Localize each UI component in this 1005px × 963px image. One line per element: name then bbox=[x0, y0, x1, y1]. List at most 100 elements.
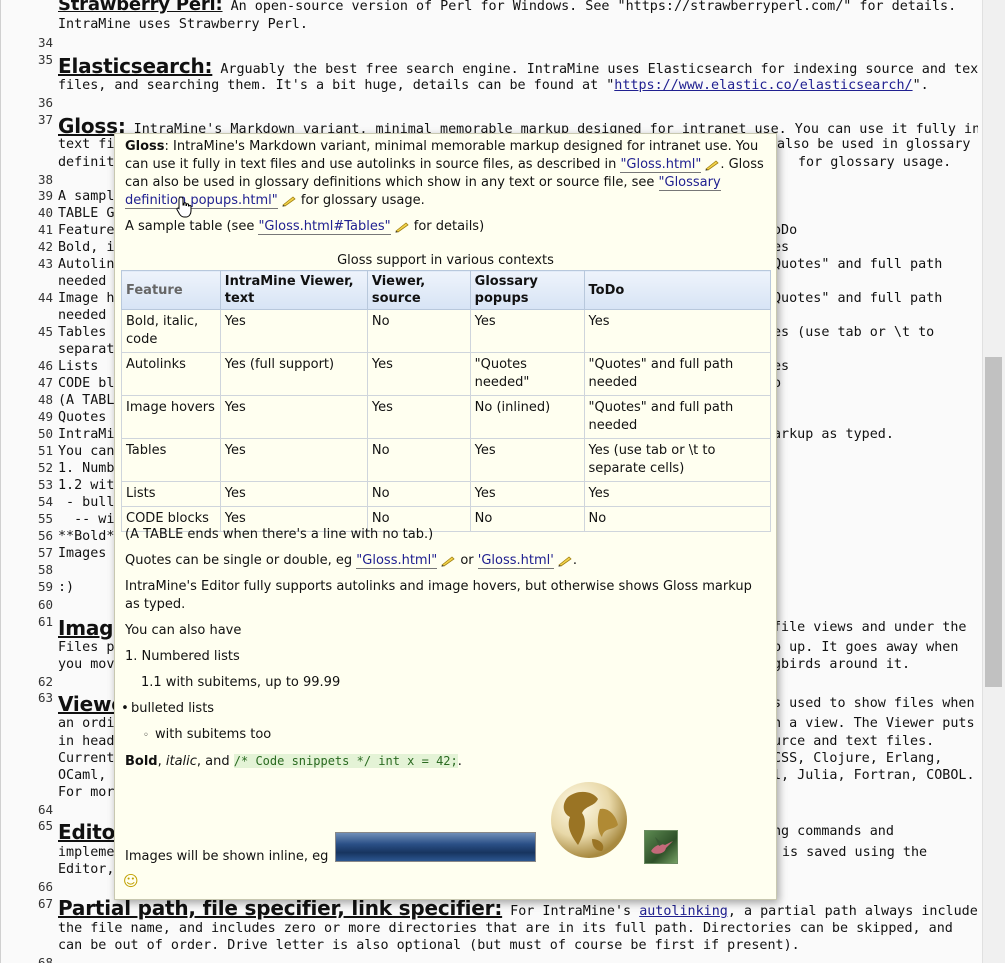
line-number: 39 bbox=[37, 188, 53, 203]
gloss-tables-link[interactable]: "Gloss.html#Tables" bbox=[258, 219, 391, 235]
line-number: 59 bbox=[37, 579, 53, 594]
line-number: 41 bbox=[37, 222, 53, 237]
popup-intro: Gloss: IntraMine's Markdown variant, min… bbox=[125, 139, 764, 209]
line-number: 64 bbox=[37, 802, 53, 817]
hand-cursor-icon bbox=[176, 196, 192, 218]
line-number: 50 bbox=[37, 426, 53, 441]
line-number: 47 bbox=[37, 375, 53, 390]
popup-sample-table-line: A sample table (see "Gloss.html#Tables" … bbox=[125, 219, 485, 235]
gloss-html-link[interactable]: "Gloss.html" bbox=[356, 553, 438, 569]
table-cell: Yes bbox=[583, 481, 772, 507]
table-cell: Yes bbox=[366, 352, 471, 396]
gloss-support-table: Feature IntraMine Viewer, text Viewer, s… bbox=[121, 270, 772, 532]
popup-numbered-list: 1. Numbered lists bbox=[125, 649, 240, 664]
pencil-edit-icon[interactable] bbox=[281, 195, 297, 207]
table-cell: "Quotes needed" bbox=[469, 352, 585, 396]
table-cell: "Quotes" and full path needed bbox=[583, 395, 772, 439]
table-cell: Yes bbox=[469, 309, 585, 353]
heading-elasticsearch: Elasticsearch: bbox=[58, 54, 213, 78]
table-cell: Yes bbox=[583, 309, 772, 353]
viewer-line: Elasticsearch: Arguably the best free se… bbox=[58, 54, 978, 78]
line-number: 35 bbox=[37, 52, 53, 67]
pencil-edit-icon[interactable] bbox=[557, 555, 573, 567]
table-header-cell[interactable]: Viewer, source bbox=[366, 270, 471, 310]
line-number: 63 bbox=[37, 690, 53, 705]
table-row: Tables Yes No Yes Yes (use tab or \t to … bbox=[121, 438, 772, 482]
line-number: 54 bbox=[37, 494, 53, 509]
table-header-cell[interactable]: Glossary popups bbox=[469, 270, 585, 310]
table-row: Autolinks Yes (full support) Yes "Quotes… bbox=[121, 352, 772, 396]
popup-formatting-demo: Bold, italic, and /* Code snippets */ in… bbox=[125, 754, 462, 769]
pencil-edit-icon[interactable] bbox=[440, 555, 456, 567]
hummingbird-image bbox=[644, 830, 678, 864]
table-cell: Yes bbox=[219, 438, 368, 482]
table-cell: Yes bbox=[366, 395, 471, 439]
hummingbird-icon bbox=[651, 837, 673, 854]
table-cell: No bbox=[366, 481, 471, 507]
table-header-row: Feature IntraMine Viewer, text Viewer, s… bbox=[121, 270, 772, 310]
smiley-icon: ☺ bbox=[123, 872, 139, 890]
line-number: 58 bbox=[37, 562, 53, 577]
line-number: 66 bbox=[37, 879, 53, 894]
table-cell: Lists bbox=[121, 481, 221, 507]
line-number: 67 bbox=[37, 896, 53, 911]
table-cell: "Quotes" and full path needed bbox=[583, 352, 772, 396]
viewer-line: IntraMine uses Strawberry Perl. bbox=[58, 17, 308, 32]
table-cell: No bbox=[366, 438, 471, 482]
pencil-edit-icon[interactable] bbox=[704, 159, 720, 171]
table-cell: No (inlined) bbox=[469, 395, 585, 439]
line-number: 56 bbox=[37, 528, 53, 543]
line-number: 42 bbox=[37, 239, 53, 254]
table-row: Bold, italic, code Yes No Yes Yes bbox=[121, 309, 772, 353]
table-header-cell[interactable]: IntraMine Viewer, text bbox=[219, 270, 368, 310]
line-number: 37 bbox=[37, 112, 53, 127]
line-number: 57 bbox=[37, 545, 53, 560]
line-number: 36 bbox=[37, 95, 53, 110]
line-number: 46 bbox=[37, 358, 53, 373]
viewer-line: the file name, and includes zero or more… bbox=[58, 921, 953, 936]
popup-quotes-line: Quotes can be single or double, eg "Glos… bbox=[125, 553, 577, 569]
line-number: 61 bbox=[37, 614, 53, 629]
popup-bulleted-list: • bulleted lists bbox=[121, 701, 215, 716]
viewer-line: Strawberry Perl: An open-source version … bbox=[58, 0, 957, 15]
elastic-link[interactable]: https://www.elastic.co/elasticsearch/ bbox=[614, 78, 912, 93]
vertical-scrollbar[interactable] bbox=[982, 0, 1005, 963]
gloss-html-link[interactable]: "Gloss.html" bbox=[620, 157, 702, 173]
line-number: 68 bbox=[37, 955, 53, 963]
line-number: 34 bbox=[37, 35, 53, 50]
gloss-html-link[interactable]: 'Gloss.html' bbox=[477, 553, 554, 569]
viewer-line: files, and searching them. It's a bit hu… bbox=[58, 78, 929, 93]
line-number: 60 bbox=[37, 597, 53, 612]
line-number: 40 bbox=[37, 205, 53, 220]
table-cell: Yes bbox=[219, 309, 368, 353]
table-cell: No bbox=[366, 309, 471, 353]
line-number: 52 bbox=[37, 460, 53, 475]
glossary-popup[interactable]: Gloss: IntraMine's Markdown variant, min… bbox=[114, 133, 777, 900]
table-cell: Bold, italic, code bbox=[121, 309, 221, 353]
line-number: 53 bbox=[37, 477, 53, 492]
globe-image bbox=[551, 782, 627, 858]
pencil-edit-icon[interactable] bbox=[394, 221, 410, 233]
table-cell: Yes (use tab or \t to separate cells) bbox=[583, 438, 772, 482]
line-number: 62 bbox=[37, 674, 53, 689]
line-number: 38 bbox=[37, 172, 53, 187]
table-cell: Yes bbox=[219, 395, 368, 439]
table-header-cell[interactable]: ToDo bbox=[583, 270, 772, 310]
table-cell: Yes bbox=[469, 438, 585, 482]
viewer-line: can be out of order. Drive letter is als… bbox=[58, 938, 800, 953]
line-number: 45 bbox=[37, 324, 53, 339]
table-cell: Tables bbox=[121, 438, 221, 482]
table-header-cell[interactable]: Feature bbox=[121, 270, 221, 310]
table-row: Lists Yes No Yes Yes bbox=[121, 481, 772, 507]
table-cell: Yes bbox=[219, 481, 368, 507]
popup-table-end-note: (A TABLE ends when there's a line with n… bbox=[125, 527, 434, 542]
scrollbar-thumb[interactable] bbox=[985, 357, 1002, 687]
table-cell: Yes bbox=[469, 481, 585, 507]
line-number: 43 bbox=[37, 256, 53, 271]
popup-also-have: You can also have bbox=[125, 623, 242, 638]
line-number: 55 bbox=[37, 511, 53, 526]
line-number: 49 bbox=[37, 409, 53, 424]
table-cell: Yes (full support) bbox=[219, 352, 368, 396]
inline-image-gradient-bar bbox=[335, 832, 536, 862]
autolinking-link[interactable]: autolinking bbox=[639, 904, 728, 919]
